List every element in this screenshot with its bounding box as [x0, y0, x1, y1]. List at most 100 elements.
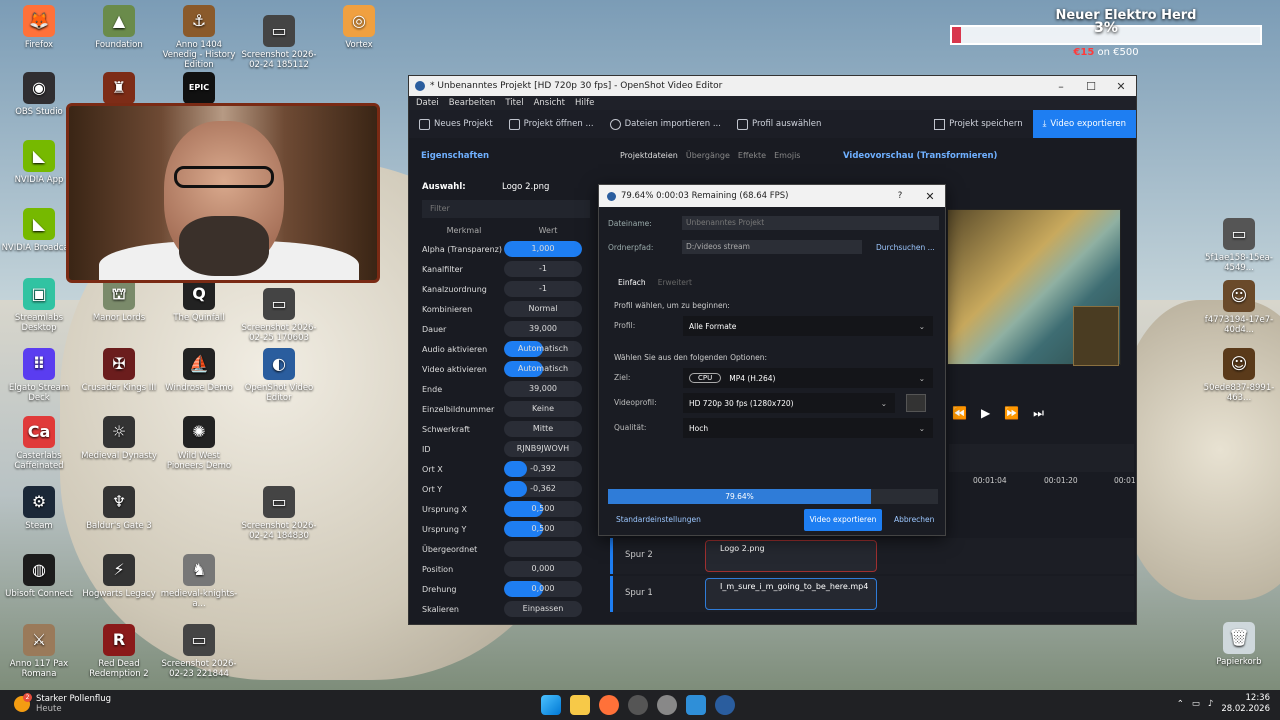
desktop-icon[interactable]: ◍ Ubisoft Connect — [0, 554, 78, 599]
settings-icon[interactable] — [657, 695, 677, 715]
new-project-button[interactable]: Neues Projekt — [419, 118, 503, 130]
desktop-icon[interactable]: ▲ Foundation — [80, 5, 158, 50]
close-icon[interactable]: ✕ — [1106, 80, 1136, 93]
property-value[interactable]: -0,392 — [504, 461, 582, 477]
desktop-icon[interactable]: ✺ Wild West Pioneers Demo — [160, 416, 238, 471]
property-row[interactable]: Audio aktivieren Automatisch — [422, 339, 590, 359]
desktop-icon[interactable]: ◐ OpenShot Video Editor — [240, 348, 318, 403]
property-row[interactable]: Ende 39,000 — [422, 379, 590, 399]
track-spur-2[interactable]: Spur 2 Logo 2.png — [610, 538, 1134, 574]
chevron-up-icon[interactable]: ⌃ — [1177, 699, 1184, 709]
property-value[interactable]: -1 — [504, 281, 582, 297]
desktop-icon[interactable]: ▭ Screenshot 2026-02-23 221844 — [160, 624, 238, 679]
desktop-icon[interactable]: ▭ Screenshot 2026-02-25 170603 — [240, 288, 318, 343]
folder-input[interactable]: D:/videos stream — [682, 240, 862, 254]
choose-profile-button[interactable]: Profil auswählen — [736, 118, 831, 130]
selection-value[interactable]: Logo 2.png — [502, 182, 549, 192]
property-row[interactable]: Einzelbildnummer Keine — [422, 399, 590, 419]
desktop-icon[interactable]: ⛫ Manor Lords — [80, 278, 158, 323]
export-video-button[interactable]: Video exportieren — [804, 509, 882, 531]
import-files-button[interactable]: Dateien importieren ... — [609, 118, 731, 130]
desktop-icon[interactable]: ⚡ Hogwarts Legacy — [80, 554, 158, 599]
profile-select[interactable]: Alle Formate ⌄ — [683, 316, 933, 336]
desktop-icon[interactable]: ▭ Screenshot 2026-02-24 185112 — [240, 15, 318, 70]
export-video-toolbar-button[interactable]: ⤓ Video exportieren — [1032, 110, 1136, 138]
desktop-icon[interactable]: ☺ f4773194-17e7-40d4... — [1200, 280, 1278, 335]
tab-simple[interactable]: Einfach — [618, 278, 646, 287]
property-value[interactable]: -1 — [504, 261, 582, 277]
property-value[interactable]: Normal — [504, 301, 582, 317]
property-row[interactable]: Video aktivieren Automatisch — [422, 359, 590, 379]
desktop-icon[interactable]: ♞ medieval-knights-a... — [160, 554, 238, 609]
property-row[interactable]: Kanalfilter -1 — [422, 259, 590, 279]
cancel-button[interactable]: Abbrechen — [894, 509, 934, 531]
windows-start-icon[interactable] — [541, 695, 561, 715]
property-value[interactable]: Mitte — [504, 421, 582, 437]
file-explorer-icon[interactable] — [570, 695, 590, 715]
desktop-icon[interactable]: ✠ Crusader Kings III — [80, 348, 158, 393]
property-row[interactable]: Alpha (Transparenz) 1,000 — [422, 239, 590, 259]
track-spur-1[interactable]: Spur 1 I_m_sure_i_m_going_to_be_here.mp4 — [610, 576, 1134, 612]
desktop-icon[interactable]: R Red Dead Redemption 2 — [80, 624, 158, 679]
openshot-icon[interactable] — [715, 695, 735, 715]
clip-logo[interactable]: Logo 2.png — [705, 540, 877, 572]
property-row[interactable]: Drehung 0,000 — [422, 579, 590, 599]
tab-project-files[interactable]: Projektdateien — [620, 151, 678, 160]
play-icon[interactable]: ▶ — [981, 406, 990, 421]
defaults-button[interactable]: Standardeinstellungen — [616, 509, 701, 531]
desktop-icon[interactable]: ▭ 5f1ae158-15ea-4549... — [1200, 218, 1278, 273]
property-value[interactable]: 0,500 — [504, 521, 582, 537]
target-select[interactable]: CPU MP4 (H.264) ⌄ — [683, 368, 933, 388]
property-value[interactable]: 0,000 — [504, 581, 582, 597]
property-value[interactable]: -0,362 — [504, 481, 582, 497]
clock[interactable]: 12:36 28.02.2026 — [1221, 693, 1270, 715]
menu-titel[interactable]: Titel — [505, 98, 523, 108]
volume-icon[interactable]: ♪ — [1208, 699, 1213, 709]
menu-hilfe[interactable]: Hilfe — [575, 98, 594, 108]
property-value[interactable]: Keine — [504, 401, 582, 417]
desktop-icon[interactable]: 🦊 Firefox — [0, 5, 78, 50]
window-titlebar[interactable]: * Unbenanntes Projekt [HD 720p 30 fps] -… — [409, 76, 1136, 96]
dialog-close-icon[interactable]: ✕ — [915, 190, 945, 203]
property-row[interactable]: Dauer 39,000 — [422, 319, 590, 339]
property-row[interactable]: Position 0,000 — [422, 559, 590, 579]
menu-bearbeiten[interactable]: Bearbeiten — [449, 98, 496, 108]
desktop-icon[interactable]: Q The Quinfall — [160, 278, 238, 323]
help-icon[interactable]: ? — [885, 191, 915, 201]
properties-filter-input[interactable]: Filter — [422, 200, 590, 218]
fast-forward-icon[interactable]: ⏩ — [1004, 406, 1019, 421]
property-row[interactable]: Skalieren Einpassen — [422, 599, 590, 619]
property-row[interactable]: Ursprung Y 0,500 — [422, 519, 590, 539]
property-row[interactable]: Schwerkraft Mitte — [422, 419, 590, 439]
desktop-icon[interactable]: ◎ Vortex — [320, 5, 398, 50]
desktop-icon[interactable]: ⠿ Elgato Stream Deck — [0, 348, 78, 403]
obs-icon[interactable] — [628, 695, 648, 715]
property-value[interactable]: RJNB9JWOVH — [504, 441, 582, 457]
desktop-icon[interactable]: ♆ Baldur's Gate 3 — [80, 486, 158, 531]
profile-info-icon[interactable] — [906, 394, 926, 412]
property-value[interactable]: Einpassen — [504, 601, 582, 617]
property-value[interactable] — [504, 541, 582, 557]
clip-video[interactable]: I_m_sure_i_m_going_to_be_here.mp4 — [705, 578, 877, 610]
save-project-button[interactable]: Projekt speichern — [924, 110, 1032, 138]
jump-end-icon[interactable]: ⏭ — [1033, 406, 1044, 421]
property-row[interactable]: Ursprung X 0,500 — [422, 499, 590, 519]
property-row[interactable]: Ort X -0,392 — [422, 459, 590, 479]
property-value[interactable]: 1,000 — [504, 241, 582, 257]
videoprofile-select[interactable]: HD 720p 30 fps (1280x720) ⌄ — [683, 393, 895, 413]
tab-emojis[interactable]: Emojis — [774, 151, 800, 160]
maximize-icon[interactable]: ☐ — [1076, 80, 1106, 93]
property-value[interactable]: 0,000 — [504, 561, 582, 577]
desktop-icon[interactable]: Ca Casterlabs Caffeinated — [0, 416, 78, 471]
export-dialog-titlebar[interactable]: 79.64% 0:00:03 Remaining (68.64 FPS) ? ✕ — [599, 185, 945, 207]
tab-transitions[interactable]: Übergänge — [686, 151, 730, 160]
desktop-icon[interactable]: ☼ Medieval Dynasty — [80, 416, 158, 461]
browse-button[interactable]: Durchsuchen ... — [876, 243, 935, 252]
weather-widget[interactable]: 2 Starker Pollenflug Heute — [14, 693, 111, 714]
property-row[interactable]: Ort Y -0,362 — [422, 479, 590, 499]
firefox-icon[interactable] — [599, 695, 619, 715]
property-value[interactable]: 39,000 — [504, 381, 582, 397]
timeline-ruler[interactable]: 00:01:04 00:01:20 00:01 — [949, 444, 1136, 485]
property-value[interactable]: Automatisch — [504, 341, 582, 357]
desktop-icon[interactable]: ⚓ Anno 1404 Venedig - History Edition — [160, 5, 238, 70]
